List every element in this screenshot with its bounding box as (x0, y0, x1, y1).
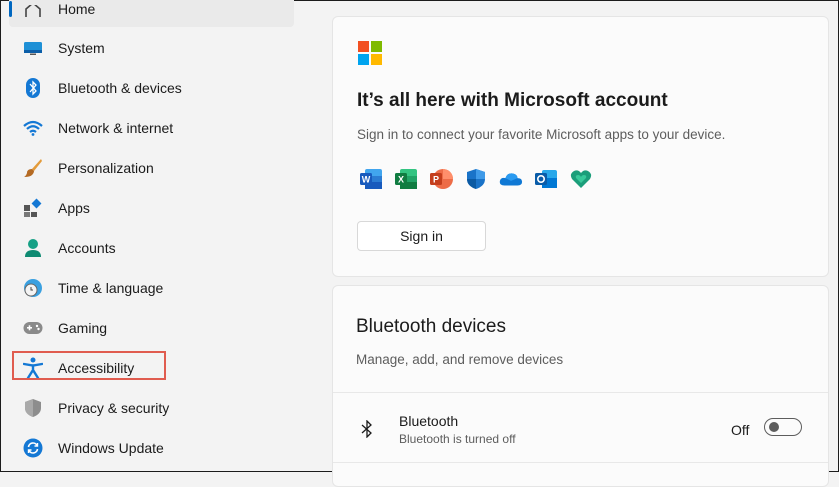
app-icons-row: W X P (359, 167, 593, 191)
bluetooth-toggle[interactable] (764, 418, 802, 436)
sidebar-item-label: Privacy & security (58, 400, 170, 416)
sidebar-item-accounts[interactable]: Accounts (9, 230, 294, 266)
accessibility-highlight (12, 351, 166, 380)
sign-in-button[interactable]: Sign in (357, 221, 486, 251)
word-icon: W (359, 167, 383, 191)
sidebar-item-time-language[interactable]: Time & language (9, 270, 294, 306)
sidebar-item-label: Windows Update (58, 440, 164, 456)
wifi-icon (23, 118, 43, 138)
toggle-knob (769, 422, 779, 432)
excel-icon: X (394, 167, 418, 191)
apps-icon (23, 198, 43, 218)
shield-icon (23, 398, 43, 418)
sidebar-item-label: Home (58, 1, 96, 17)
sidebar-item-label: Network & internet (58, 120, 174, 136)
bluetooth-status: Bluetooth is turned off (399, 432, 516, 446)
bluetooth-icon (23, 78, 43, 98)
home-icon (23, 1, 43, 21)
sidebar-item-label: Apps (58, 200, 90, 216)
microsoft-account-card: It’s all here with Microsoft account Sig… (332, 16, 829, 277)
sidebar-item-apps[interactable]: Apps (9, 190, 294, 226)
sidebar-item-bluetooth-devices[interactable]: Bluetooth & devices (9, 70, 294, 106)
selection-indicator (9, 1, 12, 17)
brush-icon (23, 158, 43, 178)
divider (333, 462, 828, 463)
sidebar-item-network[interactable]: Network & internet (9, 110, 294, 146)
family-icon (569, 167, 593, 191)
powerpoint-icon: P (429, 167, 453, 191)
bluetooth-devices-card: Bluetooth devices Manage, add, and remov… (332, 285, 829, 487)
svg-text:W: W (362, 175, 371, 185)
sidebar: Home System Bluetooth & devices Network … (1, 0, 301, 473)
sidebar-item-personalization[interactable]: Personalization (9, 150, 294, 186)
divider (333, 392, 828, 393)
monitor-icon (23, 38, 43, 58)
defender-icon (464, 167, 488, 191)
sidebar-item-label: System (58, 40, 105, 56)
card-subtitle: Manage, add, and remove devices (356, 352, 564, 367)
bluetooth-icon (361, 419, 373, 443)
bluetooth-label: Bluetooth (399, 413, 459, 429)
sidebar-item-label: Bluetooth & devices (58, 80, 182, 96)
globe-clock-icon (23, 278, 43, 298)
card-subtitle: Sign in to connect your favorite Microso… (357, 127, 726, 142)
sidebar-item-home[interactable]: Home (9, 0, 294, 27)
sidebar-item-privacy-security[interactable]: Privacy & security (9, 390, 294, 426)
sidebar-item-label: Time & language (58, 280, 164, 296)
microsoft-logo-icon (358, 41, 382, 65)
sidebar-item-gaming[interactable]: Gaming (9, 310, 294, 346)
card-title: Bluetooth devices (356, 316, 506, 337)
svg-text:X: X (398, 175, 404, 185)
svg-text:P: P (433, 175, 439, 185)
onedrive-icon (499, 167, 523, 191)
outlook-icon (534, 167, 558, 191)
gamepad-icon (23, 318, 43, 338)
update-icon (23, 438, 43, 458)
sidebar-item-label: Personalization (58, 160, 154, 176)
card-title: It’s all here with Microsoft account (357, 90, 668, 111)
toggle-state-label: Off (731, 422, 750, 438)
sidebar-item-windows-update[interactable]: Windows Update (9, 430, 294, 466)
sidebar-item-system[interactable]: System (9, 30, 294, 66)
sidebar-item-label: Accounts (58, 240, 116, 256)
sidebar-item-label: Gaming (58, 320, 108, 336)
person-icon (23, 238, 43, 258)
